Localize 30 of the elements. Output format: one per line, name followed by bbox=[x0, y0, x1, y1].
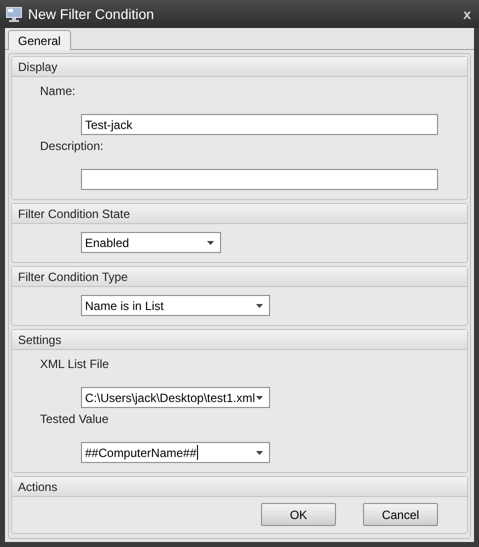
section-header: Settings bbox=[12, 330, 467, 350]
section-header: Actions bbox=[12, 477, 467, 497]
dropdown-value: Name is in List bbox=[85, 298, 164, 314]
section-header: Filter Condition Type bbox=[12, 267, 467, 287]
dropdown[interactable]: ##ComputerName## bbox=[81, 442, 270, 463]
monitor-icon bbox=[6, 6, 22, 22]
dropdown-value: C:\Users\jack\Desktop\test1.xml bbox=[85, 390, 256, 406]
dropdown[interactable]: C:\Users\jack\Desktop\test1.xml bbox=[81, 387, 270, 408]
tab[interactable]: General bbox=[8, 30, 71, 50]
section-header: Filter Condition State bbox=[12, 204, 467, 224]
dropdown[interactable]: Name is in List bbox=[81, 295, 270, 316]
caret-icon bbox=[207, 240, 214, 244]
dropdown-value: Enabled bbox=[85, 234, 130, 252]
field-label: Name: bbox=[40, 83, 76, 99]
close-button[interactable]: x bbox=[463, 7, 471, 21]
text-cursor bbox=[197, 445, 198, 460]
caret-icon bbox=[256, 396, 263, 400]
text-field[interactable]: Test-jack bbox=[81, 114, 438, 135]
field-label: Description: bbox=[40, 138, 104, 154]
section-header: Display bbox=[12, 57, 467, 77]
dropdown-value: ##ComputerName## bbox=[85, 444, 196, 462]
text-field[interactable] bbox=[81, 169, 438, 190]
dialog-button[interactable]: Cancel bbox=[363, 503, 438, 526]
caret-icon bbox=[256, 450, 263, 454]
field-label: Tested Value bbox=[40, 411, 110, 427]
dropdown[interactable]: Enabled bbox=[81, 232, 221, 253]
dialog-button[interactable]: OK bbox=[261, 503, 336, 526]
caret-icon bbox=[256, 304, 263, 308]
field-label: XML List File bbox=[40, 356, 110, 372]
window-title: New Filter Condition bbox=[28, 4, 154, 24]
